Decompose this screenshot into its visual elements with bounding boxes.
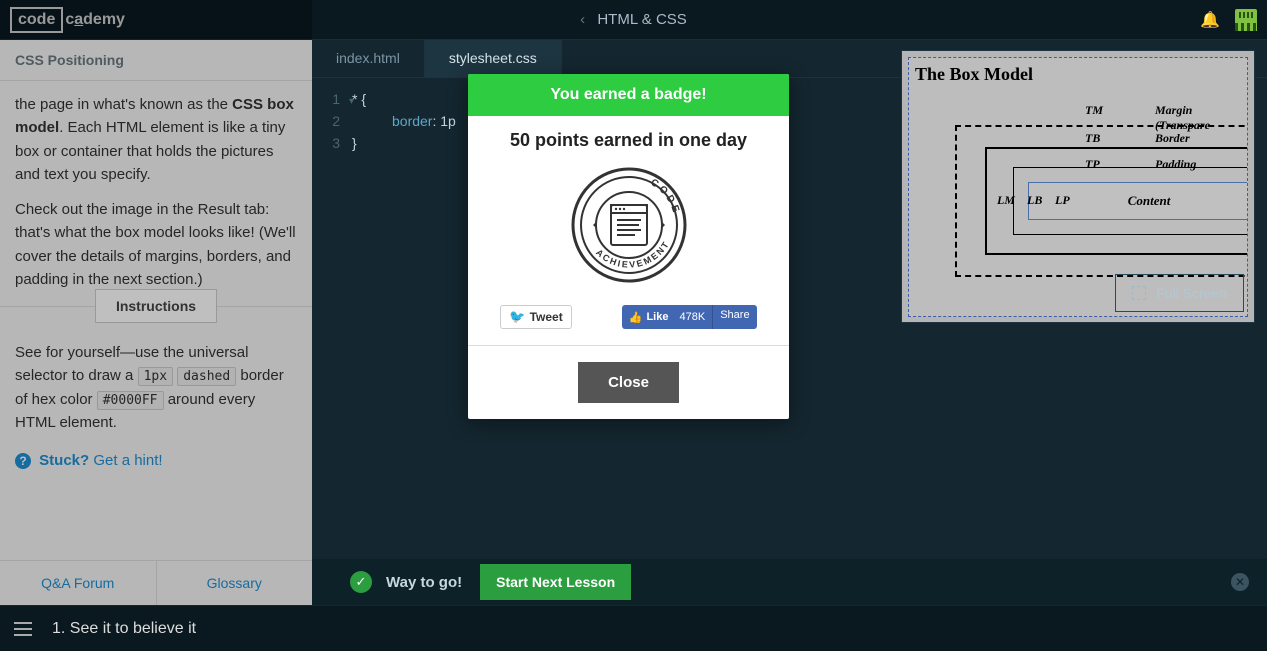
lesson-title: 1. See it to believe it xyxy=(52,620,196,638)
qa-forum-link[interactable]: Q&A Forum xyxy=(0,561,157,605)
fullscreen-icon xyxy=(1132,286,1146,300)
menu-icon[interactable] xyxy=(14,622,32,636)
thumbs-up-icon: 👍 xyxy=(629,311,643,324)
instructions-label: Instructions xyxy=(95,289,217,323)
editor-area: index.html stylesheet.css 1▾* { 2border:… xyxy=(312,40,1267,605)
lesson-footer: 1. See it to believe it xyxy=(0,605,1267,651)
hint-link: Get a hint! xyxy=(93,452,162,469)
result-title: The Box Model xyxy=(915,64,1243,85)
course-title-text: HTML & CSS xyxy=(597,11,686,28)
fb-share-button[interactable]: Share xyxy=(712,305,756,329)
modal-subtitle: 50 points earned in one day xyxy=(468,116,789,159)
chevron-left-icon: ‹ xyxy=(580,11,585,28)
topbar-right: 🔔 xyxy=(1200,9,1257,31)
glossary-link[interactable]: Glossary xyxy=(157,561,313,605)
svg-text:ACHIEVEMENT: ACHIEVEMENT xyxy=(594,239,672,270)
instructions-section: Instructions See for yourself—use the un… xyxy=(0,306,312,487)
badge-icon: CODE ACHIEVEMENT xyxy=(569,165,689,285)
check-icon: ✓ xyxy=(350,571,372,593)
tweet-button[interactable]: 🐦 Tweet xyxy=(500,305,571,329)
code-chip: #0000FF xyxy=(97,391,164,410)
logo-rest: cademy xyxy=(65,11,125,29)
logo[interactable]: code cademy xyxy=(10,7,125,33)
start-next-lesson-button[interactable]: Start Next Lesson xyxy=(480,564,631,600)
avatar[interactable] xyxy=(1235,9,1257,31)
sidebar-footer: Q&A Forum Glossary xyxy=(0,560,312,605)
code-chip: dashed xyxy=(177,367,236,386)
sidebar: CSS Positioning the page in what's known… xyxy=(0,40,312,605)
hint-icon: ? xyxy=(15,453,31,469)
tab-index-html[interactable]: index.html xyxy=(312,40,425,77)
fullscreen-button[interactable]: Full Screen xyxy=(1115,274,1244,312)
lesson-body: the page in what's known as the CSS box … xyxy=(0,81,312,306)
section-title: CSS Positioning xyxy=(0,40,312,81)
logo-box: code xyxy=(10,7,63,33)
box-model-diagram: TM Margin (Transpare TB Border TP Paddin… xyxy=(955,125,1243,277)
tab-stylesheet-css[interactable]: stylesheet.css xyxy=(425,40,562,77)
bottom-bar: ✓ Way to go! Start Next Lesson ✕ xyxy=(312,559,1267,605)
modal-title: You earned a badge! xyxy=(468,74,789,116)
close-icon[interactable]: ✕ xyxy=(1231,573,1249,591)
hint-stuck: Stuck? xyxy=(39,452,89,469)
bell-icon[interactable]: 🔔 xyxy=(1200,10,1220,30)
fb-like-button[interactable]: 👍 Like 478K xyxy=(622,305,712,329)
close-button[interactable]: Close xyxy=(578,362,679,403)
modal-social: 🐦 Tweet 👍 Like 478K Share xyxy=(468,299,789,345)
course-title[interactable]: ‹ HTML & CSS xyxy=(580,11,687,28)
badge-modal: You earned a badge! 50 points earned in … xyxy=(468,74,789,419)
top-bar: code cademy ‹ HTML & CSS 🔔 xyxy=(0,0,1267,40)
twitter-icon: 🐦 xyxy=(509,309,525,325)
instructions-text: See for yourself—use the universal selec… xyxy=(0,341,312,434)
hint-row[interactable]: ? Stuck? Get a hint! xyxy=(0,434,312,487)
way-to-go-text: Way to go! xyxy=(386,574,462,591)
result-panel: The Box Model TM Margin (Transpare TB Bo… xyxy=(901,50,1255,323)
code-chip: 1px xyxy=(138,367,173,386)
